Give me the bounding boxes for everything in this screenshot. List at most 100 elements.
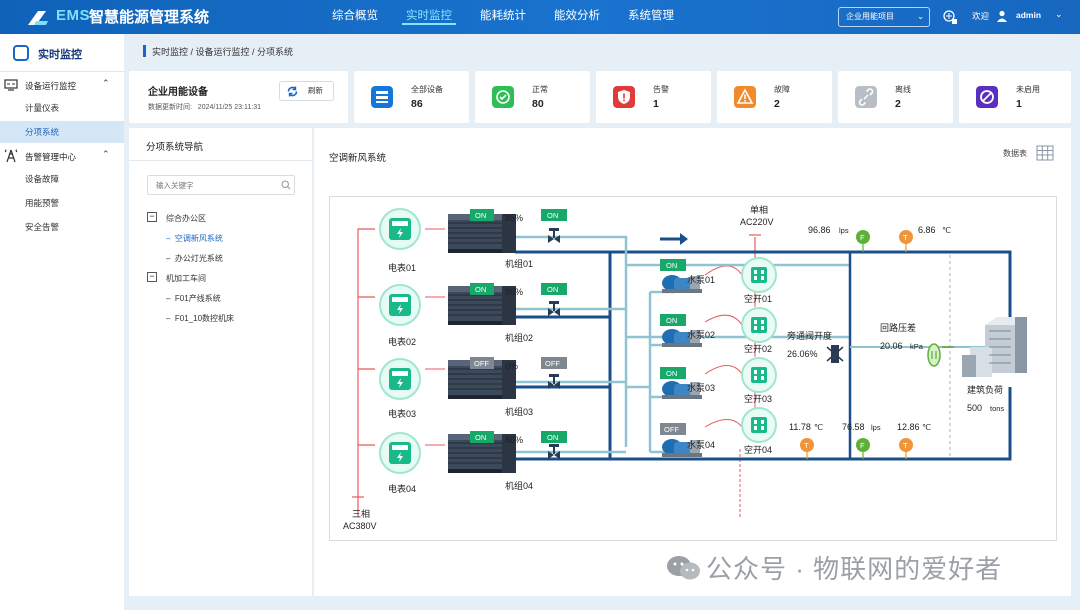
breaker-icon[interactable] [741, 407, 777, 443]
stat-label: 故障 [774, 85, 790, 94]
stat-card-alarm[interactable]: 告警 1 [596, 71, 711, 123]
stat-value: 80 [532, 98, 544, 110]
app-title: 智慧能源管理系统 [89, 9, 210, 26]
nav-realtime-monitor[interactable]: 实时监控 [392, 0, 466, 34]
sidebar-group-device-monitor[interactable]: 设备运行监控 ⌃ [0, 74, 124, 96]
sidebar-item-meters[interactable]: 计量仪表 [0, 97, 124, 119]
sidebar-group-alarm-center[interactable]: 告警管理中心 ⌃ [0, 145, 124, 167]
hvac-schematic: 电表01 电表02 电表03 电表04 ON ON OFF ON 85% 86%… [343, 204, 1027, 531]
check-icon [492, 86, 514, 108]
meter-icon[interactable] [379, 358, 421, 400]
tree-node-lighting[interactable]: – 办公灯光系统 [166, 253, 223, 264]
flow-top-unit: lps [839, 226, 849, 235]
single-phase-voltage: AC220V [740, 217, 774, 227]
breaker-icon[interactable] [741, 257, 777, 293]
breadcrumb: 实时监控 / 设备运行监控 / 分项系统 [152, 47, 294, 57]
search-icon[interactable] [281, 180, 291, 190]
meter-icon[interactable] [379, 208, 421, 250]
three-phase-label: 三相 [352, 508, 370, 519]
sidebar-item-device-fault[interactable]: 设备故障 [0, 168, 124, 190]
tree-node-cnc[interactable]: – F01_10数控机床 [166, 313, 234, 324]
valve-status: ON [547, 285, 558, 294]
flow-bottom-value: 76.58 [842, 422, 865, 432]
single-phase-label: 单相 [750, 204, 768, 215]
search-input[interactable] [147, 175, 295, 195]
username[interactable]: admin [1016, 10, 1041, 20]
nav-energy-stats[interactable]: 能耗统计 [466, 0, 540, 34]
breaker-label: 空开04 [744, 444, 772, 455]
stat-card-offline[interactable]: 离线 2 [838, 71, 953, 123]
main-nav: 综合概览 实时监控 能耗统计 能效分析 系统管理 [318, 0, 688, 34]
monitor-icon [13, 45, 29, 61]
stat-card-normal[interactable]: 正常 80 [475, 71, 590, 123]
chiller-label: 机组02 [505, 332, 533, 343]
valve-status: ON [547, 433, 558, 442]
chiller-load: 0% [505, 361, 518, 371]
data-table-toggle-label[interactable]: 数据表 [1003, 148, 1027, 159]
sidebar: 实时监控 设备运行监控 ⌃ 计量仪表 分项系统 告警管理中心 ⌃ 设备故障 用能… [0, 34, 124, 610]
loop-dp-label: 回路压差 [880, 322, 916, 333]
bypass-valve-icon[interactable] [826, 345, 844, 363]
sidebar-title: 实时监控 [38, 49, 82, 61]
project-select[interactable]: 企业用能项目 ⌄ [838, 7, 930, 27]
chiller-label: 机组03 [505, 406, 533, 417]
chiller-load: 85% [505, 213, 523, 223]
breadcrumb-marker [143, 45, 146, 57]
meter-label: 电表04 [388, 483, 416, 494]
nav-system-management[interactable]: 系统管理 [614, 0, 688, 34]
valve-status: ON [547, 211, 558, 220]
tree-node-label: 办公灯光系统 [174, 254, 223, 263]
collapse-icon[interactable]: − [147, 272, 157, 282]
chiller-status: ON [475, 285, 486, 294]
temperature-sensor-badge: T [903, 441, 908, 450]
bypass-label: 旁通阀开度 [787, 330, 832, 341]
table-icon[interactable] [1036, 145, 1054, 161]
tree-node-workshop[interactable]: 机加工车间 [166, 273, 206, 284]
device-monitor-icon [4, 79, 18, 91]
temp-top-value: 6.86 [918, 225, 936, 235]
warning-icon [734, 86, 756, 108]
collapse-icon[interactable]: − [147, 212, 157, 222]
stat-card-disabled[interactable]: 未启用 1 [959, 71, 1071, 123]
pressure-sensor-icon[interactable] [927, 343, 941, 367]
sidebar-group-label: 告警管理中心 [25, 152, 77, 162]
chevron-down-icon[interactable]: ⌄ [1055, 9, 1063, 20]
app-ems: EMS [56, 7, 91, 24]
meter-icon[interactable] [379, 432, 421, 474]
nav-efficiency-analysis[interactable]: 能效分析 [540, 0, 614, 34]
top-bar: EMS 智慧能源管理系统 综合概览 实时监控 能耗统计 能效分析 系统管理 企业… [0, 0, 1080, 34]
bypass-value: 26.06% [787, 349, 818, 359]
temp-top-unit: ℃ [942, 226, 951, 235]
valve-icon[interactable] [548, 228, 560, 243]
pump-label: 水泵02 [687, 329, 715, 340]
user-icon [997, 10, 1007, 22]
flow-top-value: 96.86 [808, 225, 831, 235]
chevron-up-icon: ⌃ [102, 149, 110, 159]
tree-node-hvac[interactable]: – 空调新风系统 [166, 233, 223, 244]
stat-label: 未启用 [1016, 85, 1040, 94]
stat-value: 2 [895, 98, 901, 110]
translate-icon[interactable] [942, 9, 958, 25]
stat-card-fault[interactable]: 故障 2 [717, 71, 832, 123]
valve-status: OFF [545, 359, 560, 368]
device-list-icon [371, 86, 393, 108]
system-diagram-panel: 空调新风系统 数据表 电表01 电表02 电表03 电表04 ON ON OFF… [314, 128, 1071, 596]
meter-icon[interactable] [379, 284, 421, 326]
nav-overview[interactable]: 综合概览 [318, 0, 392, 34]
refresh-button[interactable]: 刷新 [279, 81, 334, 101]
update-time-label: 数据更新时间: [148, 104, 192, 111]
pump-status: OFF [664, 425, 679, 434]
tree-node-office[interactable]: 综合办公区 [166, 213, 206, 224]
stat-label: 告警 [653, 85, 669, 94]
sidebar-item-safety-alarm[interactable]: 安全告警 [0, 216, 124, 238]
sidebar-item-subsystems[interactable]: 分项系统 [0, 121, 124, 143]
breaker-icon[interactable] [741, 307, 777, 343]
enterprise-title: 企业用能设备 [148, 87, 208, 98]
stat-card-all[interactable]: 全部设备 86 [354, 71, 469, 123]
breaker-icon[interactable] [741, 357, 777, 393]
pump-label: 水泵04 [687, 439, 715, 450]
tree-node-f01-line[interactable]: – F01产线系统 [166, 293, 221, 304]
temp-bottom-left-value: 11.78 [789, 422, 811, 432]
temperature-sensor-badge: T [804, 441, 809, 450]
sidebar-item-energy-warning[interactable]: 用能预警 [0, 192, 124, 214]
